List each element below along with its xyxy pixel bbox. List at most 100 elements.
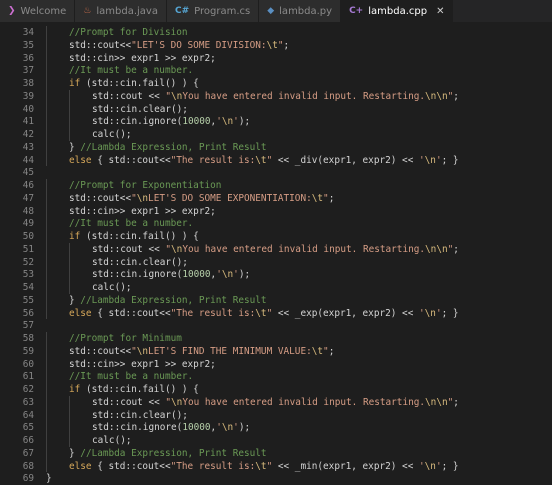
- code-line: 55} //Lambda Expression, Print Result: [0, 294, 552, 307]
- code-token-escape: \n: [171, 90, 183, 102]
- tab-program-cs[interactable]: C# Program.cs: [166, 0, 260, 22]
- code-content: std::cout<<"\nLET'S FIND THE MINIMUM VAL…: [69, 345, 334, 358]
- csharp-file-icon: C#: [174, 5, 190, 16]
- indent-guide: [46, 344, 47, 358]
- indent-guide: [69, 408, 70, 422]
- code-content: //Prompt for Division: [69, 26, 188, 39]
- code-token-plain: std::cin.ignore(: [92, 116, 183, 128]
- code-token-keyword: else: [69, 154, 92, 166]
- code-content: std::cin.clear();: [92, 256, 188, 269]
- code-token-string: LET'S DO SOME EXPONENTIATION:: [148, 192, 312, 204]
- code-content: std::cout<<"\nLET'S DO SOME EXPONENTIATI…: [69, 192, 334, 205]
- indent-guide: [46, 332, 47, 345]
- code-token-escape: \n: [424, 307, 436, 319]
- tab-lambda-cpp[interactable]: C+ lambda.cpp ✕: [341, 0, 454, 22]
- code-content: //It must be a number.: [69, 370, 193, 383]
- tab-lambda-py[interactable]: ◆ lambda.py: [259, 0, 342, 22]
- tab-welcome[interactable]: ❯ Welcome: [0, 0, 76, 22]
- code-token-plain: std::cout<<: [69, 39, 132, 51]
- indent-guide: [46, 421, 47, 434]
- tab-lambda-java[interactable]: ♨ lambda.java: [75, 0, 167, 22]
- indent-guide: [46, 395, 47, 409]
- code-line: 43} //Lambda Expression, Print Result: [0, 141, 552, 154]
- code-line: 69}: [0, 472, 552, 485]
- code-token-string: "LET'S DO SOME DIVISION:: [131, 39, 267, 51]
- line-number: 59: [22, 345, 34, 357]
- indent-guide: [46, 459, 47, 473]
- code-content: calc();: [92, 128, 132, 141]
- line-number: 34: [22, 27, 34, 38]
- code-token-plain: { std::cout<<: [91, 460, 171, 472]
- indent-guide: [46, 140, 47, 154]
- line-number: 64: [22, 409, 34, 421]
- code-token-plain: }: [46, 473, 52, 485]
- indent-guide: [46, 179, 47, 192]
- code-line: 50 if (std::cin.fail() ) {: [0, 230, 552, 243]
- code-line: 51 std::cout << "\nYou have entered inval…: [0, 243, 552, 256]
- indent-guide: [69, 421, 70, 434]
- code-token-escape: \n: [171, 396, 183, 408]
- indent-guide: [69, 128, 70, 141]
- indent-guide: [46, 434, 47, 447]
- line-number: 51: [22, 243, 34, 255]
- code-token-plain: ; }: [441, 307, 459, 319]
- tab-label: lambda.cpp: [368, 5, 428, 17]
- tab-bar: ❯ Welcome ♨ lambda.java C# Program.cs ◆ …: [0, 0, 552, 23]
- line-number: 66: [22, 435, 34, 446]
- code-token-plain: ;: [453, 243, 459, 255]
- code-content: }: [46, 472, 52, 485]
- code-content: } //Lambda Expression, Print Result: [69, 447, 267, 460]
- code-line: 46 //Prompt for Exponentiation: [0, 179, 552, 192]
- indent-guide: [46, 408, 47, 422]
- code-line: 56 else { std::cout<<"The result is:\t" <…: [0, 307, 552, 320]
- indent-guide: [69, 255, 70, 269]
- indent-guide: [69, 281, 70, 294]
- code-line: 48 std::cin>> expr1 >> expr2;: [0, 205, 552, 218]
- code-token-keyword: if: [69, 384, 81, 395]
- code-line: 44 else { std::cout<<"The result is:\t" <…: [0, 154, 552, 167]
- code-line: 65 std::cin.ignore(10000,'\n');: [0, 421, 552, 434]
- line-number: 36: [22, 52, 34, 64]
- code-token-escape: \n: [221, 269, 234, 281]
- code-token-string: You have entered invalid input. Restarti…: [182, 243, 426, 255]
- code-token-plain: std::cin>> expr1 >> expr2;: [69, 52, 216, 64]
- code-token-plain: << _div(expr1, expr2) <<: [272, 154, 419, 166]
- code-content: std::cout << "\nYou have entered invalid…: [92, 396, 459, 409]
- code-token-plain: ; }: [441, 460, 459, 472]
- code-content: else { std::cout<<"The result is:\t" << …: [69, 307, 459, 320]
- code-token-escape: \n\n: [425, 396, 448, 408]
- line-number: 42: [22, 129, 34, 140]
- code-token-plain: );: [238, 116, 251, 128]
- code-token-escape: \n: [136, 345, 149, 357]
- line-number: 43: [22, 141, 34, 153]
- code-content: std::cin>> expr1 >> expr2;: [69, 358, 216, 371]
- code-token-string: "The result is:: [170, 154, 256, 166]
- code-content: std::cout<<"LET'S DO SOME DIVISION:\t";: [69, 39, 289, 52]
- line-number: 40: [22, 103, 34, 115]
- indent-guide: [46, 153, 47, 167]
- line-number: 48: [22, 205, 34, 217]
- code-content: else { std::cout<<"The result is:\t" << …: [69, 460, 459, 473]
- code-token-escape: \n\n: [425, 243, 448, 255]
- code-token-comment: //It must be a number.: [69, 371, 194, 383]
- code-token-plain: );: [238, 422, 251, 434]
- line-number: 46: [22, 180, 34, 191]
- code-token-plain: (std::cin.fail() ) {: [80, 78, 199, 89]
- indent-guide: [46, 26, 47, 39]
- code-content: else { std::cout<<"The result is:\t" << …: [69, 154, 459, 167]
- close-tab-icon[interactable]: ✕: [436, 6, 444, 17]
- python-file-icon: ◆: [267, 5, 275, 16]
- indent-guide: [46, 230, 47, 243]
- code-token-plain: ;: [283, 39, 290, 51]
- code-editor[interactable]: 34//Prompt for Division 35 std::cout<<"LET…: [0, 23, 552, 485]
- line-number: 69: [22, 473, 34, 485]
- code-line: 58 //Prompt for Minimum: [0, 332, 552, 345]
- code-content: calc();: [92, 434, 132, 447]
- code-content: std::cin.ignore(10000,'\n');: [92, 421, 250, 434]
- code-token-plain: std::cin>> expr1 >> expr2;: [69, 205, 216, 217]
- code-token-plain: std::cin>> expr1 >> expr2;: [69, 358, 216, 370]
- indent-guide: [46, 268, 47, 281]
- code-line: 64 std::cin.clear();: [0, 409, 552, 422]
- code-token-keyword: else: [69, 460, 92, 472]
- code-token-plain: std::cout<<: [69, 345, 132, 357]
